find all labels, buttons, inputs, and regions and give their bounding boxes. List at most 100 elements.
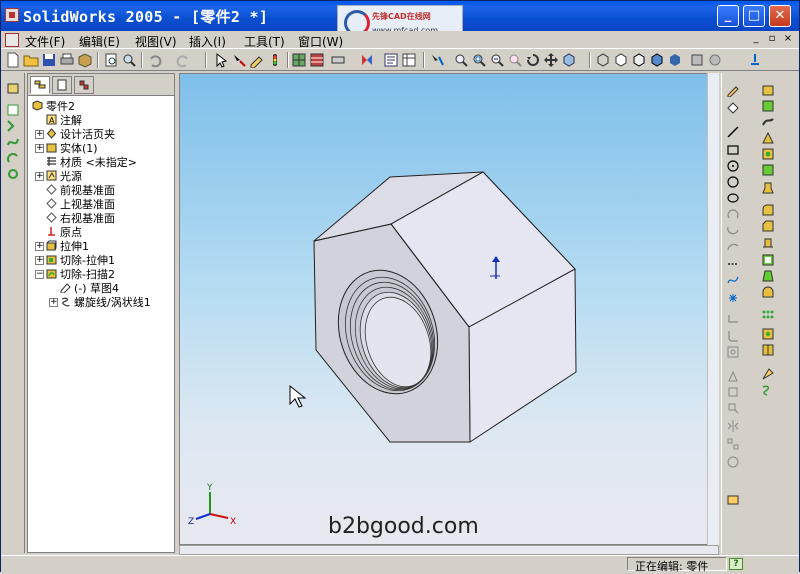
spline-icon[interactable]: [726, 273, 740, 287]
expand-toggle[interactable]: +: [35, 130, 44, 139]
hidden-lines-visible-icon[interactable]: [613, 52, 629, 68]
tree-node-material[interactable]: 材质 <未指定>: [46, 156, 137, 169]
solidworks-app-icon[interactable]: [5, 8, 19, 22]
tree-node-cut-extrude1[interactable]: 切除-拉伸1: [46, 254, 115, 267]
expand-toggle[interactable]: +: [35, 242, 44, 251]
revolved-boss-icon[interactable]: [761, 99, 775, 113]
tangent-arc-icon[interactable]: [726, 223, 740, 237]
sketch-tool-icon[interactable]: [249, 52, 265, 68]
menu-insert[interactable]: 插入(I): [189, 33, 226, 50]
select-other-icon[interactable]: [231, 52, 247, 68]
sheet-icon[interactable]: [401, 52, 417, 68]
wireframe-icon[interactable]: [595, 52, 611, 68]
trim-icon[interactable]: [726, 385, 740, 399]
lofted-boss-icon[interactable]: [761, 131, 775, 145]
menu-tools[interactable]: 工具(T): [244, 33, 285, 50]
section-view-icon[interactable]: [689, 52, 705, 68]
new-file-icon[interactable]: [5, 52, 21, 68]
hole-wizard-icon[interactable]: [761, 181, 775, 195]
expand-toggle[interactable]: +: [35, 172, 44, 181]
sketch-fillet-icon[interactable]: [726, 313, 740, 327]
rebuild-icon[interactable]: [267, 52, 283, 68]
doc-restore-button[interactable]: ▫: [765, 33, 779, 46]
undo-icon[interactable]: [147, 52, 163, 68]
properties-icon[interactable]: [383, 52, 399, 68]
tree-node-lighting[interactable]: 光源: [46, 170, 82, 183]
tab-configuration-manager[interactable]: [74, 76, 94, 94]
document-icon[interactable]: [5, 33, 19, 47]
redo-icon[interactable]: [175, 52, 191, 68]
sketch-spline-icon[interactable]: [6, 135, 20, 149]
viewport-horizontal-scrollbar[interactable]: [179, 545, 719, 555]
shadows-icon[interactable]: [707, 52, 723, 68]
zoom-area-icon[interactable]: [471, 52, 487, 68]
extrude-boss-icon[interactable]: [6, 81, 20, 95]
convert-entities-icon[interactable]: [726, 369, 740, 383]
sketch-loop-icon[interactable]: [6, 167, 20, 181]
find-icon[interactable]: [121, 52, 137, 68]
shell-icon[interactable]: [761, 253, 775, 267]
options-grid-icon[interactable]: [291, 52, 307, 68]
doc-minimize-button[interactable]: _: [749, 33, 763, 46]
linear-pattern-feature-icon[interactable]: [761, 309, 775, 323]
view-orientation-icon[interactable]: [561, 52, 577, 68]
sketch-rectangle-icon[interactable]: [6, 103, 20, 117]
tree-node-cut-sweep2[interactable]: 切除-扫描2: [46, 268, 115, 281]
tree-node-front-plane[interactable]: 前视基准面: [46, 184, 115, 197]
tree-node-annotations[interactable]: A 注解: [46, 114, 82, 127]
menu-window[interactable]: 窗口(W): [298, 33, 343, 50]
open-folder-icon[interactable]: [23, 52, 39, 68]
zoom-to-fit-icon[interactable]: [453, 52, 469, 68]
select-pointer-icon[interactable]: [213, 52, 229, 68]
three-point-arc-icon[interactable]: [726, 239, 740, 253]
circular-pattern-feature-icon[interactable]: [761, 327, 775, 341]
point-icon[interactable]: [726, 291, 740, 305]
perimeter-circle-icon[interactable]: [726, 175, 740, 189]
menu-edit[interactable]: 编辑(E): [79, 33, 120, 50]
mirror-feature-icon[interactable]: [761, 343, 775, 357]
sketch-picture-icon[interactable]: [726, 493, 740, 507]
tab-property-manager[interactable]: [52, 76, 72, 94]
zoom-in-out-icon[interactable]: [489, 52, 505, 68]
extruded-boss-icon[interactable]: [761, 83, 775, 97]
layers-icon[interactable]: [309, 52, 325, 68]
circular-pattern-icon[interactable]: [726, 455, 740, 469]
draft-icon[interactable]: [761, 269, 775, 283]
close-button[interactable]: ✕: [769, 5, 791, 27]
maximize-button[interactable]: □: [743, 5, 765, 27]
circle-icon[interactable]: [726, 159, 740, 173]
mirror-icon[interactable]: [726, 419, 740, 433]
zoom-selection-icon[interactable]: [507, 52, 523, 68]
doc-close-button[interactable]: ×: [781, 33, 795, 46]
minimize-button[interactable]: _: [717, 5, 739, 27]
expand-toggle[interactable]: +: [35, 256, 44, 265]
tree-node-right-plane[interactable]: 右视基准面: [46, 212, 115, 225]
print-preview-icon[interactable]: [103, 52, 119, 68]
sketch-chamfer-icon[interactable]: [726, 329, 740, 343]
viewport-vertical-scrollbar[interactable]: [707, 73, 719, 545]
sketch-icon[interactable]: [726, 83, 740, 97]
graphics-viewport[interactable]: Y X Z b2bgood.com: [179, 73, 719, 545]
rectangle-icon[interactable]: [726, 143, 740, 157]
mate-icon[interactable]: [359, 52, 375, 68]
revolved-cut-icon[interactable]: [761, 163, 775, 177]
sketch-arc-icon[interactable]: [6, 151, 20, 165]
reference-geometry-icon[interactable]: [761, 367, 775, 381]
sketch-relations-icon[interactable]: [429, 52, 445, 68]
sketch-line-icon[interactable]: [6, 119, 20, 133]
tree-node-top-plane[interactable]: 上视基准面: [46, 198, 115, 211]
rib-icon[interactable]: [761, 235, 775, 249]
help-topics-icon[interactable]: [747, 52, 763, 68]
linear-pattern-icon[interactable]: [726, 437, 740, 451]
tree-node-extrude1[interactable]: 拉伸1: [46, 240, 89, 253]
quick-tips-help-icon[interactable]: ?: [729, 558, 743, 570]
dome-icon[interactable]: [761, 285, 775, 299]
save-icon[interactable]: [41, 52, 57, 68]
hex-nut-model[interactable]: Y X Z: [180, 74, 719, 545]
smart-dimension-icon[interactable]: [726, 101, 740, 115]
ellipse-icon[interactable]: [726, 191, 740, 205]
menu-file[interactable]: 文件(F): [25, 33, 65, 50]
title-bar[interactable]: SolidWorks 2005 - [零件2 *] 先锋CAD在线网 www.m…: [1, 1, 799, 41]
expand-toggle[interactable]: +: [35, 144, 44, 153]
expand-toggle[interactable]: +: [49, 298, 58, 307]
